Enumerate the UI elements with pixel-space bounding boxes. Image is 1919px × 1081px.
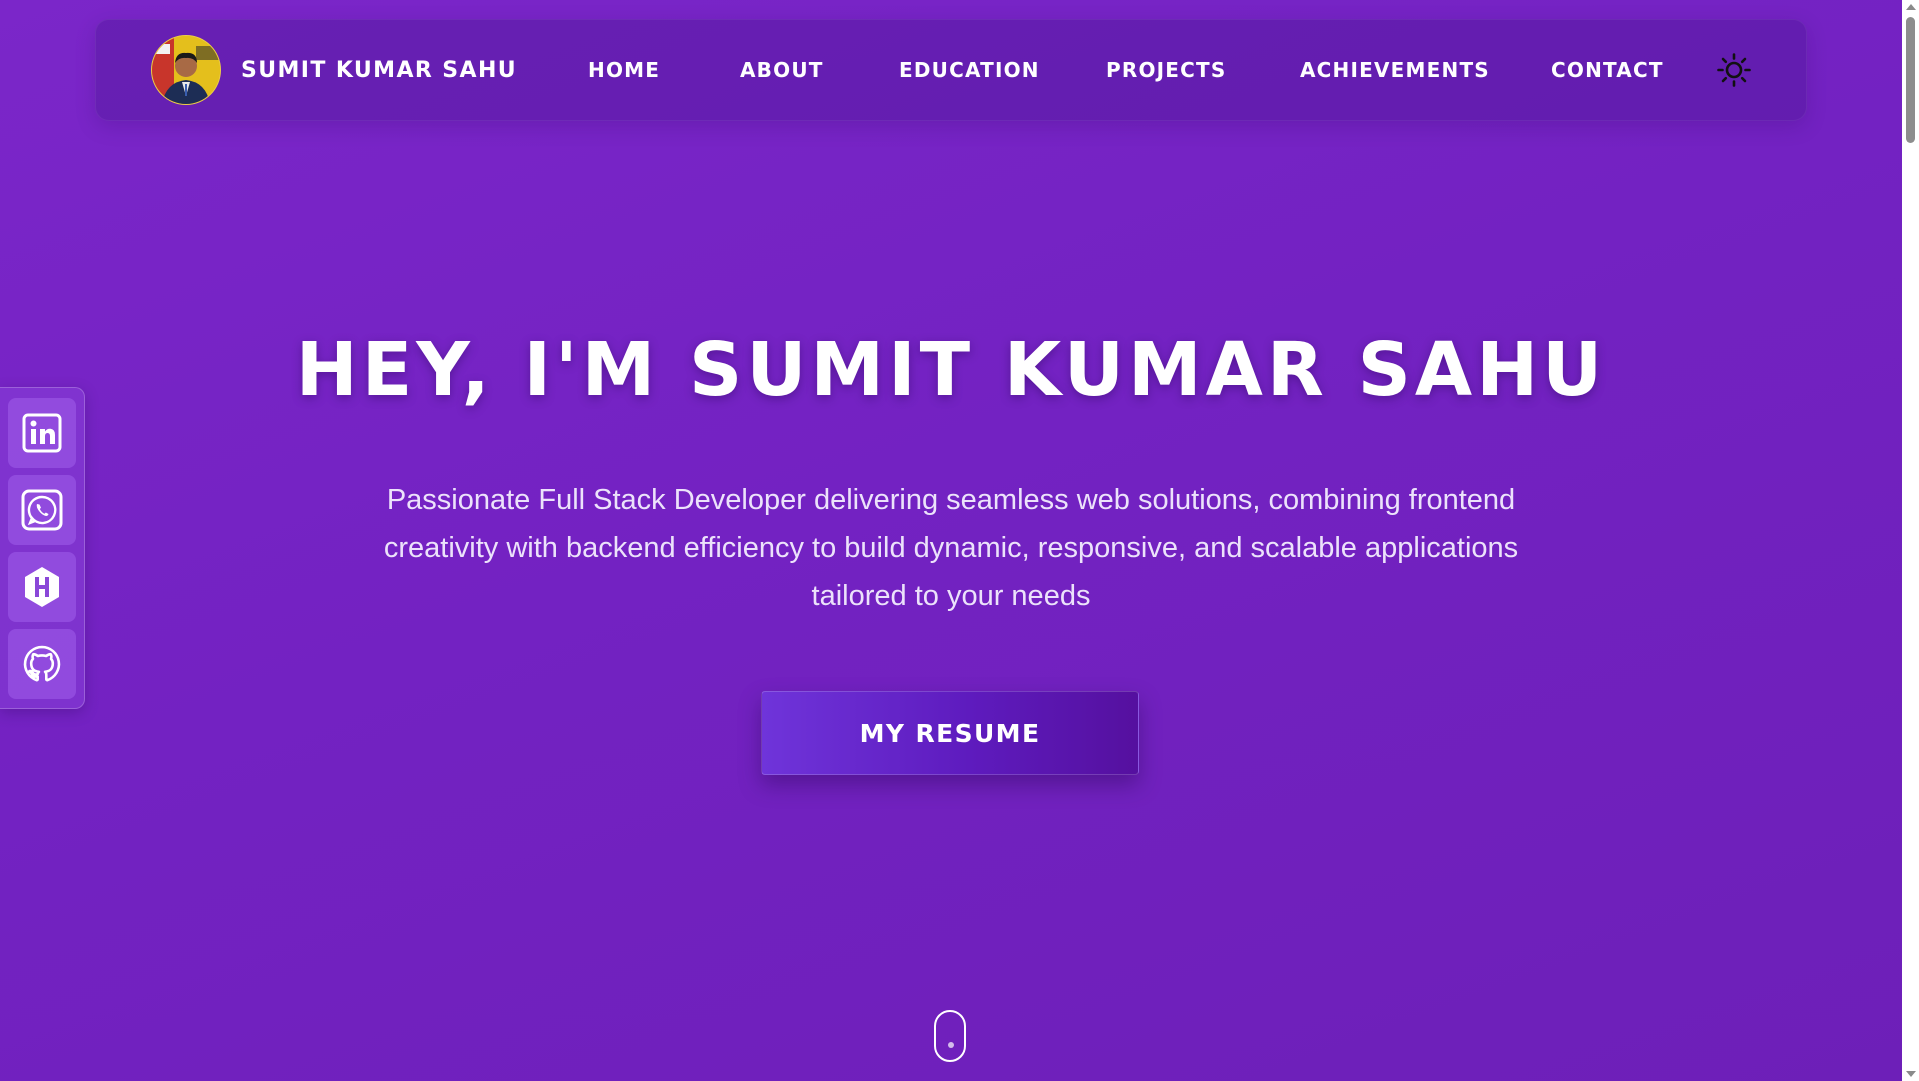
sun-icon [1717,53,1751,87]
linkedin-icon [22,413,62,453]
nav-education[interactable]: EDUCATION [899,20,1040,120]
scrollbar-thumb[interactable] [1906,17,1915,143]
navbar: SUMIT KUMAR SAHU HOME ABOUT EDUCATION PR… [95,19,1807,121]
scroll-indicator-dot [948,1042,954,1048]
linkedin-link[interactable] [8,398,76,468]
hero-title: HEY, I'M SUMIT KUMAR SAHU [295,327,1607,413]
whatsapp-link[interactable] [8,475,76,545]
nav-about[interactable]: ABOUT [740,20,824,120]
page: SUMIT KUMAR SAHU HOME ABOUT EDUCATION PR… [0,0,1902,1081]
hashnode-link[interactable] [8,552,76,622]
hero-subtitle: Passionate Full Stack Developer deliveri… [383,484,1519,612]
social-sidebar [0,387,85,709]
resume-button[interactable]: MY RESUME [761,691,1139,775]
nav-home[interactable]: HOME [588,20,660,120]
github-link[interactable] [8,629,76,699]
github-icon [23,645,61,682]
nav-links: HOME ABOUT EDUCATION PROJECTS ACHIEVEMEN… [96,20,1806,120]
whatsapp-icon [21,489,63,531]
page-scrollbar[interactable] [1902,0,1919,1081]
theme-toggle-button[interactable] [1716,52,1752,88]
nav-contact[interactable]: CONTACT [1551,20,1664,120]
nav-projects[interactable]: PROJECTS [1106,20,1227,120]
hashnode-icon [25,567,59,607]
scroll-down-arrow-icon[interactable] [1906,1071,1916,1077]
scroll-up-arrow-icon[interactable] [1906,4,1916,10]
nav-achievements[interactable]: ACHIEVEMENTS [1300,20,1490,120]
scroll-indicator[interactable] [934,1010,966,1062]
